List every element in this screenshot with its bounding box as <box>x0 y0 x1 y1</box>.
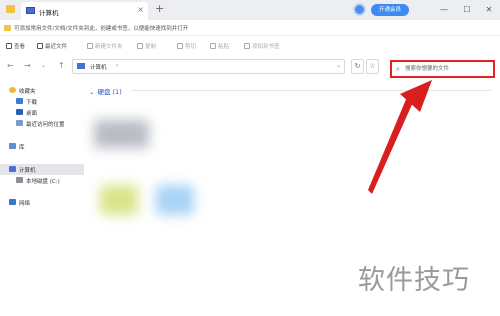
watermark-text: 软件技巧 <box>358 265 470 296</box>
cut-icon <box>177 43 183 49</box>
bookmark-notice-bar: 可添加常用文件/文档/文件夹到此，创建或书签，以便能快速找到并打开 <box>0 20 500 36</box>
computer-icon <box>9 166 16 172</box>
add-bookmark-button[interactable]: 添加到书签 <box>244 42 280 50</box>
toolbar: 查看 最近文件 新建文件夹 复制 剪切 粘贴 添加到书签 <box>0 38 500 54</box>
sidebar-item-label: 本地磁盘 (C:) <box>26 179 60 185</box>
forward-icon[interactable]: → <box>24 61 31 70</box>
section-title: 硬盘 (1) <box>97 88 122 96</box>
bookmark-add-icon <box>244 43 250 49</box>
sidebar-item-library[interactable]: 库 <box>0 141 84 152</box>
maximize-icon[interactable]: ☐ <box>460 3 474 16</box>
recent-files-button[interactable]: 最近文件 <box>37 42 67 50</box>
eye-icon <box>6 43 12 49</box>
refresh-icon[interactable]: ↻ <box>351 59 364 74</box>
back-icon[interactable]: ← <box>7 61 14 70</box>
user-avatar[interactable] <box>353 3 366 16</box>
sidebar-item-network[interactable]: 网络 <box>0 197 84 208</box>
sidebar-item-downloads[interactable]: 下载 <box>0 96 84 107</box>
search-box[interactable]: ⌕ <box>390 60 495 78</box>
sidebar-item-label: 网络 <box>19 201 31 207</box>
notice-text: 可添加常用文件/文档/文件夹到此，创建或书签，以便能快速找到并打开 <box>14 26 189 32</box>
new-folder-icon <box>87 43 93 49</box>
recent-icon <box>37 43 43 49</box>
history-dropdown-icon[interactable]: ⌄ <box>41 62 46 69</box>
network-icon <box>9 199 16 205</box>
tab-computer[interactable]: 计算机 × <box>21 2 148 20</box>
drive-item-blurred[interactable] <box>94 120 149 148</box>
folder-icon <box>4 25 11 31</box>
title-bar: 计算机 × + 开通会员 — ☐ ✕ <box>0 0 500 20</box>
navigation-sidebar: 收藏夹 下载 桌面 最近访问的位置 库 计算机 本地磁盘 (C:) 网络 <box>0 80 86 316</box>
sidebar-item-favorites[interactable]: 收藏夹 <box>0 85 84 96</box>
copy-icon <box>137 43 143 49</box>
sidebar-item-label: 库 <box>19 145 25 151</box>
library-icon <box>9 143 16 149</box>
paste-icon <box>210 43 216 49</box>
chevron-right-icon[interactable]: › <box>116 62 118 69</box>
sidebar-item-desktop[interactable]: 桌面 <box>0 107 84 118</box>
sidebar-item-label: 最近访问的位置 <box>26 122 65 128</box>
paste-button[interactable]: 粘贴 <box>210 42 229 50</box>
section-divider <box>131 90 491 91</box>
bookmark-star-icon[interactable]: ☆ <box>366 59 379 74</box>
star-icon <box>9 87 16 93</box>
sidebar-item-local-disk[interactable]: 本地磁盘 (C:) <box>0 175 84 186</box>
folder-item-blurred[interactable] <box>156 185 194 215</box>
view-button[interactable]: 查看 <box>6 42 25 50</box>
close-window-icon[interactable]: ✕ <box>482 3 496 16</box>
minimize-icon[interactable]: — <box>437 3 451 16</box>
desktop-icon <box>16 109 23 115</box>
watermark: 软件技巧 <box>350 240 500 316</box>
up-level-icon[interactable]: ↑ <box>58 61 65 70</box>
sidebar-item-label: 下载 <box>26 100 38 106</box>
chevron-down-icon[interactable]: ⌄ <box>336 62 341 69</box>
hard-drive-icon <box>16 177 23 183</box>
search-icon: ⌕ <box>396 65 400 73</box>
recent-places-icon <box>16 120 23 126</box>
address-field[interactable]: 计算机 › ⌄ <box>72 59 345 74</box>
download-icon <box>16 98 23 104</box>
computer-icon <box>26 7 35 14</box>
copy-button[interactable]: 复制 <box>137 42 156 50</box>
folder-app-icon <box>6 5 15 13</box>
new-tab-icon[interactable]: + <box>155 2 164 15</box>
cut-button[interactable]: 剪切 <box>177 42 196 50</box>
new-folder-button[interactable]: 新建文件夹 <box>87 42 123 50</box>
sidebar-item-recent[interactable]: 最近访问的位置 <box>0 118 84 129</box>
search-input[interactable] <box>405 64 491 74</box>
sidebar-item-label: 收藏夹 <box>19 89 36 95</box>
sidebar-item-label: 计算机 <box>19 168 36 174</box>
computer-icon <box>77 63 85 69</box>
sidebar-item-label: 桌面 <box>26 111 38 117</box>
section-header-hard-disks[interactable]: ⌄ 硬盘 (1) <box>89 86 122 96</box>
sidebar-item-computer[interactable]: 计算机 <box>0 164 84 175</box>
address-row: ← → ⌄ ↑ 计算机 › ⌄ ↻ ☆ ⌕ <box>0 56 500 78</box>
folder-item-blurred[interactable] <box>100 185 138 215</box>
tab-close-icon[interactable]: × <box>137 5 144 14</box>
breadcrumb-computer[interactable]: 计算机 <box>90 63 107 71</box>
vip-button[interactable]: 开通会员 <box>371 4 409 16</box>
chevron-down-icon[interactable]: ⌄ <box>89 88 94 96</box>
tab-label: 计算机 <box>39 9 59 17</box>
